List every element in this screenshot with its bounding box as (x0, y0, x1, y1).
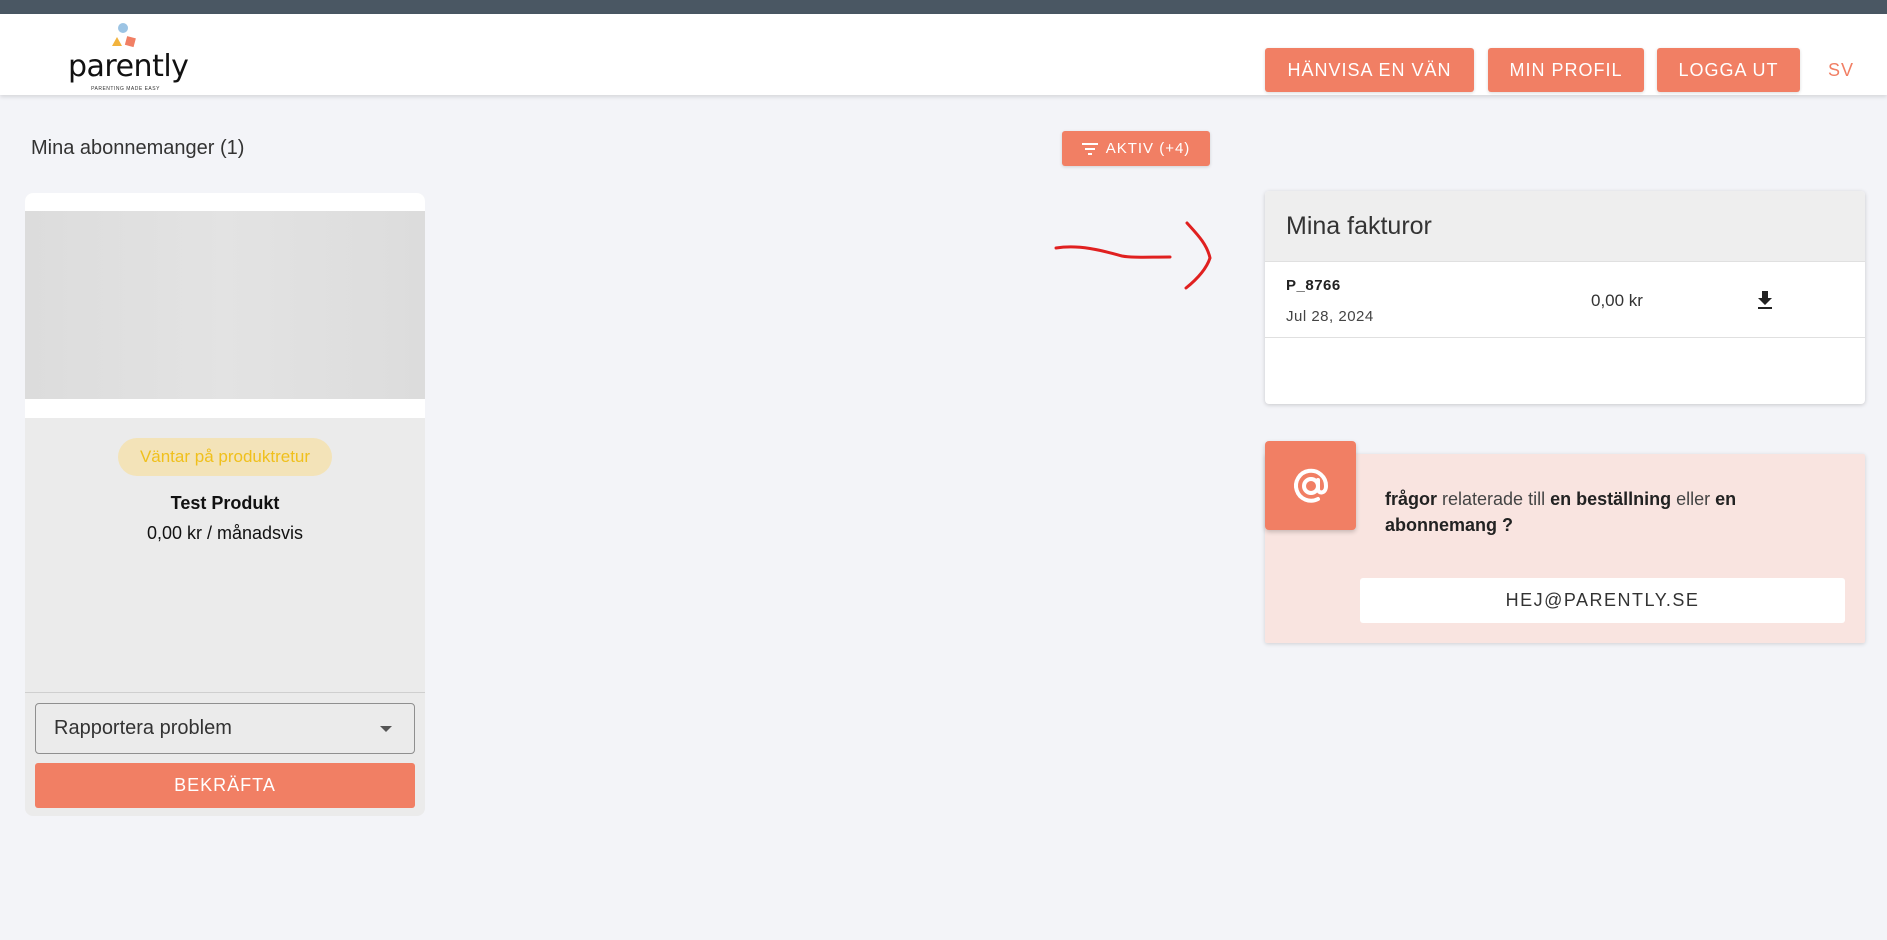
chevron-down-icon (380, 726, 392, 732)
invoices-panel: Mina fakturor P_8766 Jul 28, 2024 0,00 k… (1265, 191, 1865, 404)
contact-text: frågor relaterade till en beställning el… (1385, 486, 1805, 538)
logo-shapes-icon (112, 23, 136, 48)
invoice-date: Jul 28, 2024 (1286, 308, 1374, 325)
logo-tagline: PARENTING MADE EASY (91, 86, 160, 92)
top-strip (0, 0, 1887, 14)
header: parently PARENTING MADE EASY HÄNVISA EN … (0, 14, 1887, 95)
filter-list-icon (1081, 142, 1098, 155)
status-badge: Väntar på produktretur (118, 438, 332, 476)
refer-friend-button[interactable]: HÄNVISA EN VÄN (1265, 48, 1474, 92)
invoice-amount: 0,00 kr (1591, 291, 1643, 310)
contact-text-part: relaterade till (1437, 489, 1551, 509)
parently-logo[interactable]: parently PARENTING MADE EASY (68, 22, 189, 92)
card-top-band (25, 193, 425, 211)
invoice-row: P_8766 Jul 28, 2024 0,00 kr (1265, 261, 1865, 338)
language-selector[interactable]: SV (1828, 48, 1854, 92)
subscriptions-title: Mina abonnemanger (1) (31, 137, 245, 159)
subscription-card: Väntar på produktretur Test Produkt 0,00… (25, 193, 425, 816)
contact-text-part: en beställning (1550, 489, 1672, 509)
active-filter-button[interactable]: AKTIV (+4) (1062, 131, 1210, 166)
report-problem-select[interactable]: Rapportera problem (35, 703, 415, 754)
logout-button[interactable]: LOGGA UT (1657, 48, 1800, 92)
product-name: Test Produkt (170, 493, 280, 513)
confirm-button[interactable]: BEKRÄFTA (35, 763, 415, 808)
my-profile-button[interactable]: MIN PROFIL (1488, 48, 1644, 92)
product-price: 0,00 kr / månadsvis (146, 523, 304, 543)
card-image-footer (25, 399, 425, 418)
contact-text-part: frågor (1385, 489, 1438, 509)
product-image-placeholder (25, 211, 425, 399)
select-value: Rapportera problem (54, 717, 232, 739)
contact-text-part: eller (1671, 489, 1716, 509)
at-sign-icon (1293, 468, 1328, 503)
card-divider (25, 692, 425, 693)
annotation-arrow-icon (1054, 221, 1212, 290)
invoices-title: Mina fakturor (1265, 191, 1865, 261)
at-sign-badge (1265, 441, 1356, 530)
logo-wordmark: parently (68, 49, 189, 84)
invoice-id: P_8766 (1286, 277, 1341, 294)
email-button[interactable]: HEJ@PARENTLY.SE (1360, 578, 1845, 623)
download-icon[interactable] (1755, 289, 1775, 311)
filter-label: AKTIV (+4) (1105, 140, 1191, 157)
